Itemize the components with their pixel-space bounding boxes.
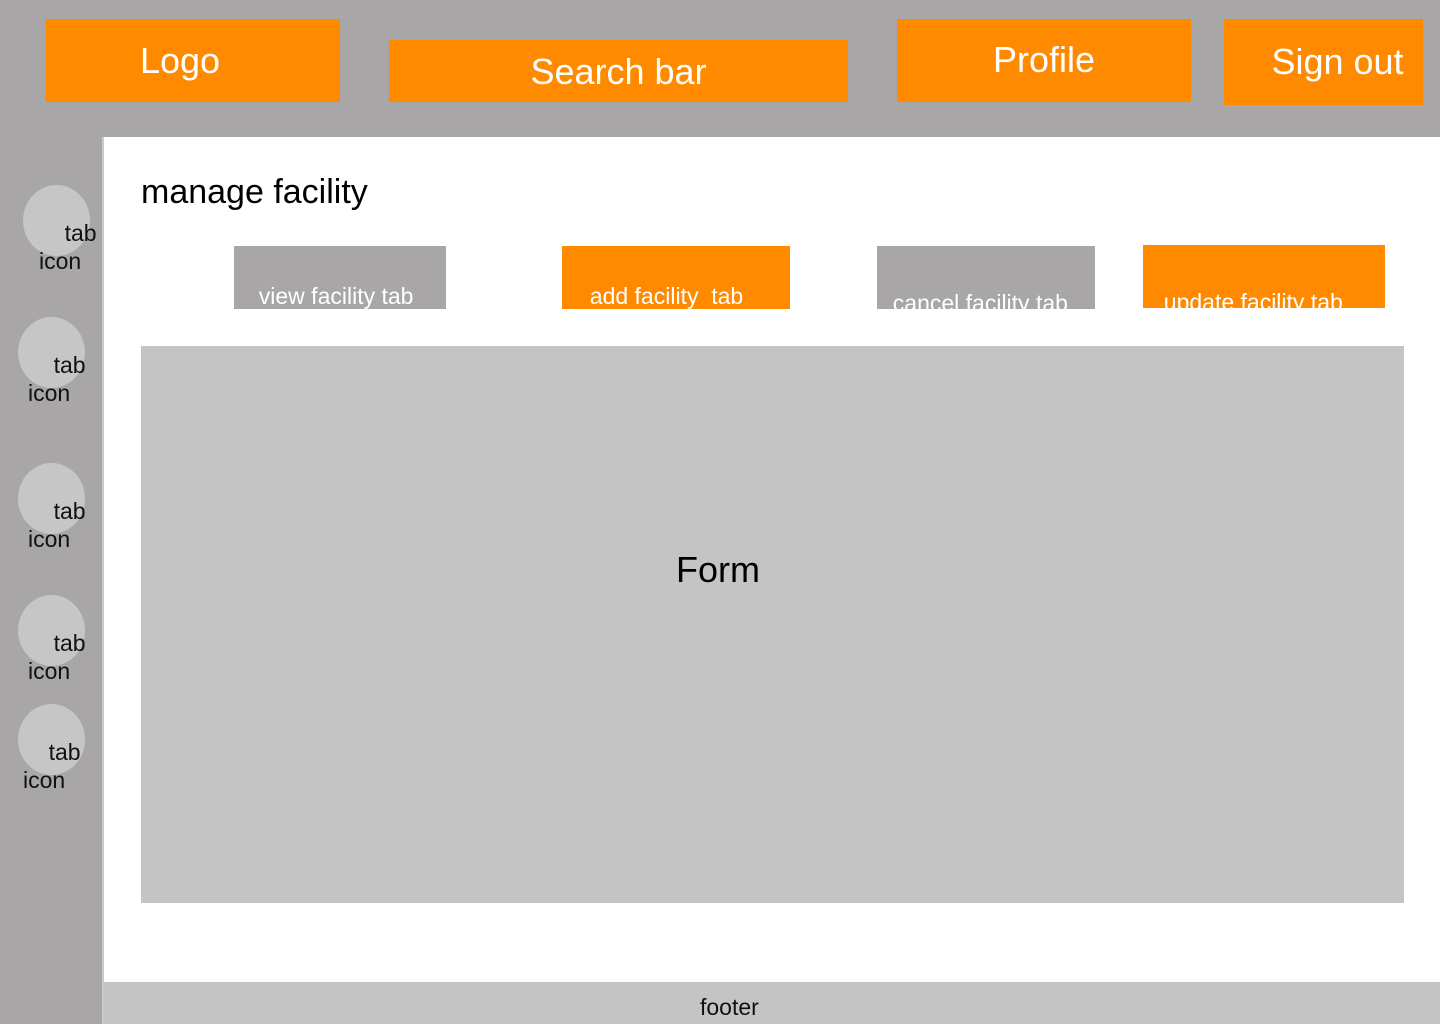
tab-add-facility[interactable]: add facility tab bbox=[562, 246, 790, 309]
tab-view-facility[interactable]: view facility tab bbox=[234, 246, 446, 309]
sidebar-tab-icon[interactable]: tab icon bbox=[18, 595, 86, 684]
tab-label: cancel facility tab bbox=[892, 290, 1068, 316]
form-area[interactable]: Form bbox=[141, 346, 1404, 903]
tab-label: view facility tab bbox=[258, 283, 414, 309]
tab-label: add facility tab bbox=[589, 283, 744, 309]
profile-label: Profile bbox=[992, 38, 1096, 80]
sidebar: tab icon tab icon tab icon tab icon tab … bbox=[0, 137, 104, 1024]
page-title: manage facility bbox=[141, 173, 368, 211]
sidebar-item-label: tab icon bbox=[28, 630, 86, 684]
sign-out-label: Sign out bbox=[1271, 41, 1404, 82]
header: Logo Search bar Profile Sign out bbox=[0, 0, 1440, 137]
sidebar-item-label: tab icon bbox=[28, 498, 86, 552]
tab-cancel-facility[interactable]: cancel facility tab bbox=[877, 246, 1095, 316]
sidebar-tab-icon[interactable]: tab icon bbox=[18, 463, 86, 552]
sidebar-item-label: tab icon bbox=[39, 220, 97, 274]
logo[interactable]: Logo bbox=[46, 19, 340, 102]
footer: footer bbox=[104, 982, 1440, 1024]
search-bar-label: Search bar bbox=[530, 51, 707, 92]
sidebar-tab-icon[interactable]: tab icon bbox=[18, 704, 85, 793]
sidebar-tab-icon[interactable]: tab icon bbox=[18, 317, 86, 406]
footer-label: footer bbox=[700, 994, 759, 1020]
search-bar[interactable]: Search bar bbox=[389, 40, 848, 102]
sidebar-item-label: tab icon bbox=[23, 739, 81, 793]
tab-label: update facility tab bbox=[1163, 289, 1343, 315]
sidebar-item-label: tab icon bbox=[28, 352, 86, 406]
logo-label: Logo bbox=[139, 39, 221, 81]
sidebar-tab-icon[interactable]: tab icon bbox=[23, 185, 97, 274]
form-label: Form bbox=[676, 549, 760, 590]
tab-update-facility[interactable]: update facility tab bbox=[1143, 245, 1385, 315]
profile-button[interactable]: Profile bbox=[897, 19, 1191, 102]
sign-out-button[interactable]: Sign out bbox=[1224, 19, 1423, 105]
